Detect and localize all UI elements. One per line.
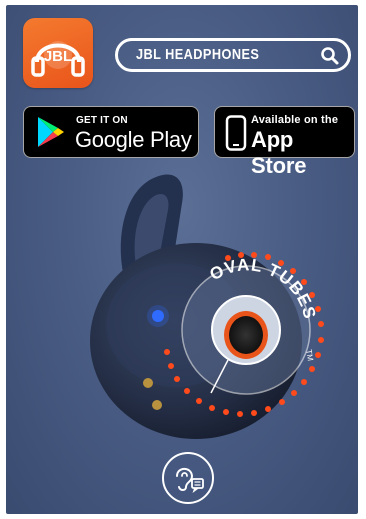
- ear-icon: [176, 467, 204, 494]
- hearing-button[interactable]: [162, 452, 214, 504]
- trademark-mark: TM: [304, 349, 315, 362]
- earbud-illustration: OVAL TUBES TM: [90, 174, 324, 439]
- app-screen: JBL JBL HEADPHONES GET IT ON Google Play…: [6, 5, 358, 514]
